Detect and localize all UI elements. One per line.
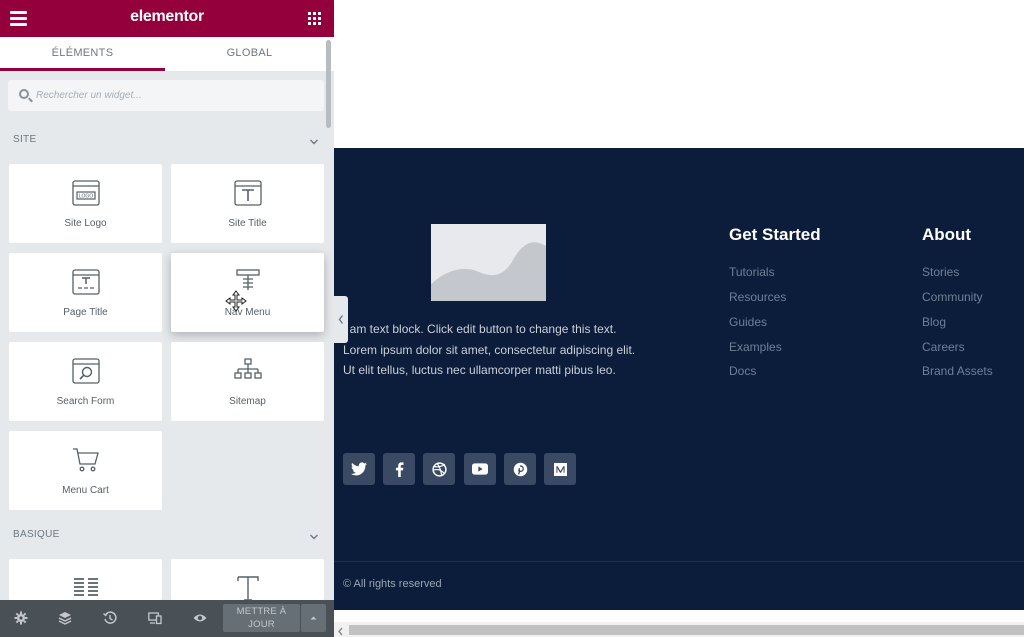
widget-menu-cart[interactable]: Menu Cart — [9, 431, 162, 510]
widget-inner-section[interactable] — [9, 559, 162, 600]
text-editor-block[interactable]: I am text block. Click edit button to ch… — [343, 319, 643, 381]
column-title-get-started: Get Started — [729, 225, 821, 244]
facebook-icon[interactable] — [383, 453, 415, 485]
footer-link[interactable]: Blog — [922, 315, 946, 329]
widget-sitemap[interactable]: Sitemap — [171, 342, 324, 421]
site-title-icon — [171, 178, 324, 208]
widgets-grid-icon[interactable] — [308, 12, 321, 25]
history-icon[interactable] — [103, 611, 117, 625]
footer-divider — [334, 561, 1024, 562]
settings-icon[interactable] — [14, 611, 28, 625]
page-title-icon — [9, 267, 162, 297]
svg-text:LOGO: LOGO — [78, 194, 93, 200]
footer-link[interactable]: Resources — [729, 290, 786, 304]
columns-icon — [9, 573, 162, 600]
widget-site-logo[interactable]: LOGO Site Logo — [9, 164, 162, 243]
tab-elements[interactable]: ÉLÉMENTS — [0, 37, 165, 71]
chevron-down-icon[interactable] — [309, 134, 319, 145]
widget-page-title[interactable]: Page Title — [9, 253, 162, 332]
medium-icon[interactable] — [544, 453, 576, 485]
widget-label: Nav Menu — [224, 307, 271, 318]
footer-link[interactable]: Careers — [922, 340, 965, 354]
panel-header: elementor — [0, 0, 334, 37]
heading-icon — [171, 573, 324, 600]
widget-nav-menu[interactable]: Nav Menu — [171, 253, 324, 332]
footer-link[interactable]: Brand Assets — [922, 364, 993, 378]
footer-link[interactable]: Tutorials — [729, 265, 775, 279]
widget-label: Site Title — [228, 218, 267, 229]
responsive-icon[interactable] — [148, 611, 162, 625]
footer-link[interactable]: Guides — [729, 315, 767, 329]
cart-icon — [9, 445, 162, 475]
brand-logo: elementor — [130, 8, 204, 25]
chevron-up-icon[interactable] — [301, 604, 326, 632]
update-button[interactable]: METTRE À JOUR — [223, 604, 300, 632]
canvas-top-area — [334, 0, 1024, 148]
search-input[interactable] — [36, 80, 316, 111]
update-button-label: JOUR — [248, 619, 275, 630]
search-form-icon — [9, 356, 162, 386]
pinterest-icon[interactable] — [504, 453, 536, 485]
layers-icon[interactable] — [58, 611, 72, 625]
widget-search-form[interactable]: Search Form — [9, 342, 162, 421]
footer-link[interactable]: Community — [922, 290, 983, 304]
footer-link[interactable]: Examples — [729, 340, 782, 354]
footer-link[interactable]: Stories — [922, 265, 959, 279]
column-title-about: About — [922, 225, 972, 244]
widget-search — [8, 80, 324, 111]
widget-site-title[interactable]: Site Title — [171, 164, 324, 243]
horizontal-scrollbar-thumb[interactable] — [349, 625, 1024, 635]
nav-menu-icon — [171, 267, 324, 297]
copyright-text: © All rights reserved — [343, 578, 442, 590]
scroll-left-icon[interactable] — [336, 624, 346, 636]
panel-collapse-handle[interactable] — [334, 296, 348, 343]
widget-heading[interactable] — [171, 559, 324, 600]
widget-label: Page Title — [63, 307, 108, 318]
search-icon — [19, 89, 29, 99]
sitemap-icon — [171, 356, 324, 386]
panel-tabs: ÉLÉMENTS GLOBAL — [0, 37, 334, 71]
canvas-bottom-area — [334, 610, 1024, 622]
dribbble-icon[interactable] — [423, 453, 455, 485]
youtube-icon[interactable] — [464, 453, 496, 485]
category-title-site[interactable]: SITE — [13, 134, 36, 145]
widget-label: Site Logo — [64, 218, 107, 229]
update-button-label: METTRE À — [236, 606, 287, 617]
editor-root: I am text block. Click edit button to ch… — [0, 0, 1024, 637]
tab-global[interactable]: GLOBAL — [165, 37, 334, 71]
widget-label: Search Form — [56, 396, 115, 407]
twitter-icon[interactable] — [343, 453, 375, 485]
move-cursor-icon — [225, 290, 247, 317]
widget-label: Sitemap — [229, 396, 266, 407]
footer-link[interactable]: Docs — [729, 364, 756, 378]
preview-icon[interactable] — [193, 611, 207, 625]
elementor-panel: elementor ÉLÉMENTS GLOBAL SITE LOGO Site… — [0, 0, 334, 637]
footer-section[interactable]: I am text block. Click edit button to ch… — [334, 148, 1024, 610]
image-placeholder[interactable] — [431, 224, 546, 301]
chevron-down-icon[interactable] — [309, 529, 319, 540]
site-logo-icon: LOGO — [9, 178, 162, 208]
widget-label: Menu Cart — [62, 485, 109, 496]
panel-scrollbar[interactable] — [326, 40, 331, 128]
category-title-basic[interactable]: BASIQUE — [13, 529, 60, 540]
panel-footer-bar: METTRE À JOUR — [0, 600, 334, 637]
